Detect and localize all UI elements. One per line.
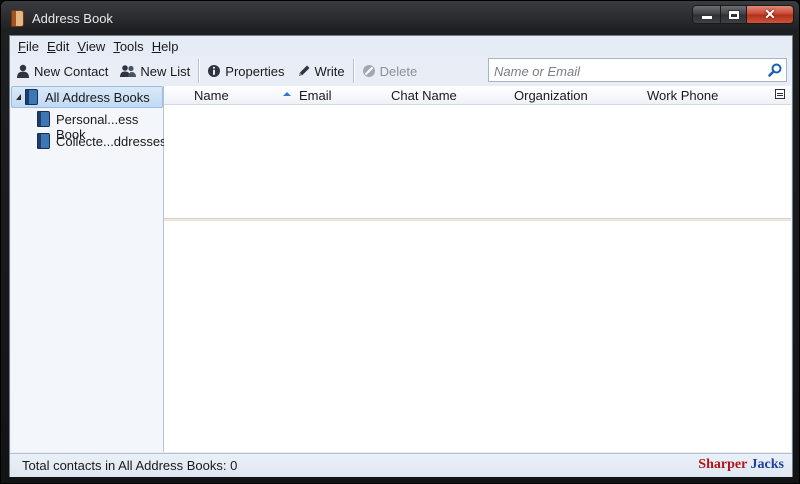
- close-icon: ✕: [764, 6, 776, 22]
- tree-item-personal-address-book[interactable]: Personal...ess Book: [11, 108, 163, 142]
- column-name[interactable]: Name: [194, 88, 229, 103]
- address-book-window: Address Book ✕ File Edit View Tools Help…: [0, 0, 800, 484]
- contact-icon: [17, 64, 29, 78]
- close-button[interactable]: ✕: [747, 5, 794, 24]
- search-input[interactable]: [492, 61, 764, 81]
- maximize-icon: [727, 9, 740, 20]
- menu-bar: File Edit View Tools Help: [10, 36, 792, 56]
- new-list-button[interactable]: New List: [114, 59, 196, 83]
- menu-view-label: iew: [85, 39, 106, 54]
- new-list-label: New List: [140, 63, 191, 79]
- status-bar: Total contacts in All Address Books: 0 S…: [10, 453, 792, 477]
- column-organization[interactable]: Organization: [514, 88, 588, 103]
- address-books-sidebar: All Address Books Personal...ess Book Co…: [11, 86, 167, 452]
- tree-item-collected-addresses[interactable]: Collecte...ddresses: [11, 130, 167, 152]
- info-icon: [208, 65, 221, 77]
- menu-tools-label: ools: [119, 39, 144, 54]
- menu-help[interactable]: Help: [144, 36, 185, 56]
- tree-item-label: All Address Books: [45, 90, 150, 105]
- column-header: Name Email Chat Name Organization Work P…: [164, 86, 791, 105]
- write-button[interactable]: Write: [291, 59, 351, 83]
- properties-button[interactable]: Properties: [201, 59, 290, 83]
- new-contact-label: New Contact: [34, 63, 109, 79]
- tree-item-all-address-books[interactable]: All Address Books: [11, 86, 163, 108]
- write-label: Write: [314, 63, 345, 79]
- menu-edit-hotkey: E: [46, 39, 56, 54]
- contacts-pane: Name Email Chat Name Organization Work P…: [164, 86, 791, 452]
- delete-icon: [362, 65, 375, 77]
- sort-ascending-icon: [283, 92, 291, 96]
- contacts-list[interactable]: [164, 105, 791, 219]
- menu-edit-label: dit: [55, 39, 70, 54]
- watermark-logo: Sharper Jacks: [698, 457, 784, 473]
- column-chat-name[interactable]: Chat Name: [391, 88, 457, 103]
- group-icon: [120, 65, 137, 77]
- window-controls: ✕: [692, 5, 794, 25]
- toolbar-separator: [198, 59, 200, 83]
- maximize-button[interactable]: [721, 5, 747, 24]
- menu-view-hotkey: V: [77, 39, 86, 54]
- delete-button[interactable]: Delete: [356, 59, 424, 83]
- properties-label: Properties: [225, 63, 285, 79]
- app-book-icon: [11, 10, 24, 27]
- new-contact-button[interactable]: New Contact: [10, 59, 114, 83]
- menu-help-label: elp: [161, 39, 179, 54]
- minimize-icon: [700, 15, 713, 20]
- column-picker-icon[interactable]: [775, 89, 785, 99]
- delete-label: Delete: [379, 63, 418, 79]
- menu-file-label: ile: [25, 39, 39, 54]
- pencil-icon: [298, 65, 310, 76]
- address-book-icon: [25, 89, 38, 105]
- address-book-icon: [37, 111, 50, 127]
- window-client: File Edit View Tools Help New Contact Ne…: [9, 35, 793, 477]
- watermark-part2: Jacks: [750, 457, 784, 472]
- search-box: [488, 58, 787, 82]
- toolbar-separator: [352, 59, 354, 83]
- contact-preview-pane: [164, 221, 791, 452]
- minimize-button[interactable]: [692, 5, 721, 24]
- window-title: Address Book: [32, 11, 113, 26]
- expand-twisty-icon[interactable]: [16, 94, 21, 100]
- search-icon[interactable]: [768, 63, 782, 77]
- column-email[interactable]: Email: [299, 88, 332, 103]
- title-bar[interactable]: Address Book ✕: [1, 1, 800, 35]
- column-work-phone[interactable]: Work Phone: [647, 88, 718, 103]
- menu-file-hotkey: F: [18, 39, 26, 54]
- address-book-icon: [37, 133, 50, 149]
- menu-help-hotkey: H: [151, 39, 162, 54]
- watermark-part1: Sharper: [698, 457, 748, 472]
- status-text: Total contacts in All Address Books: 0: [22, 458, 238, 473]
- tree-item-label: Collecte...ddresses: [56, 134, 167, 149]
